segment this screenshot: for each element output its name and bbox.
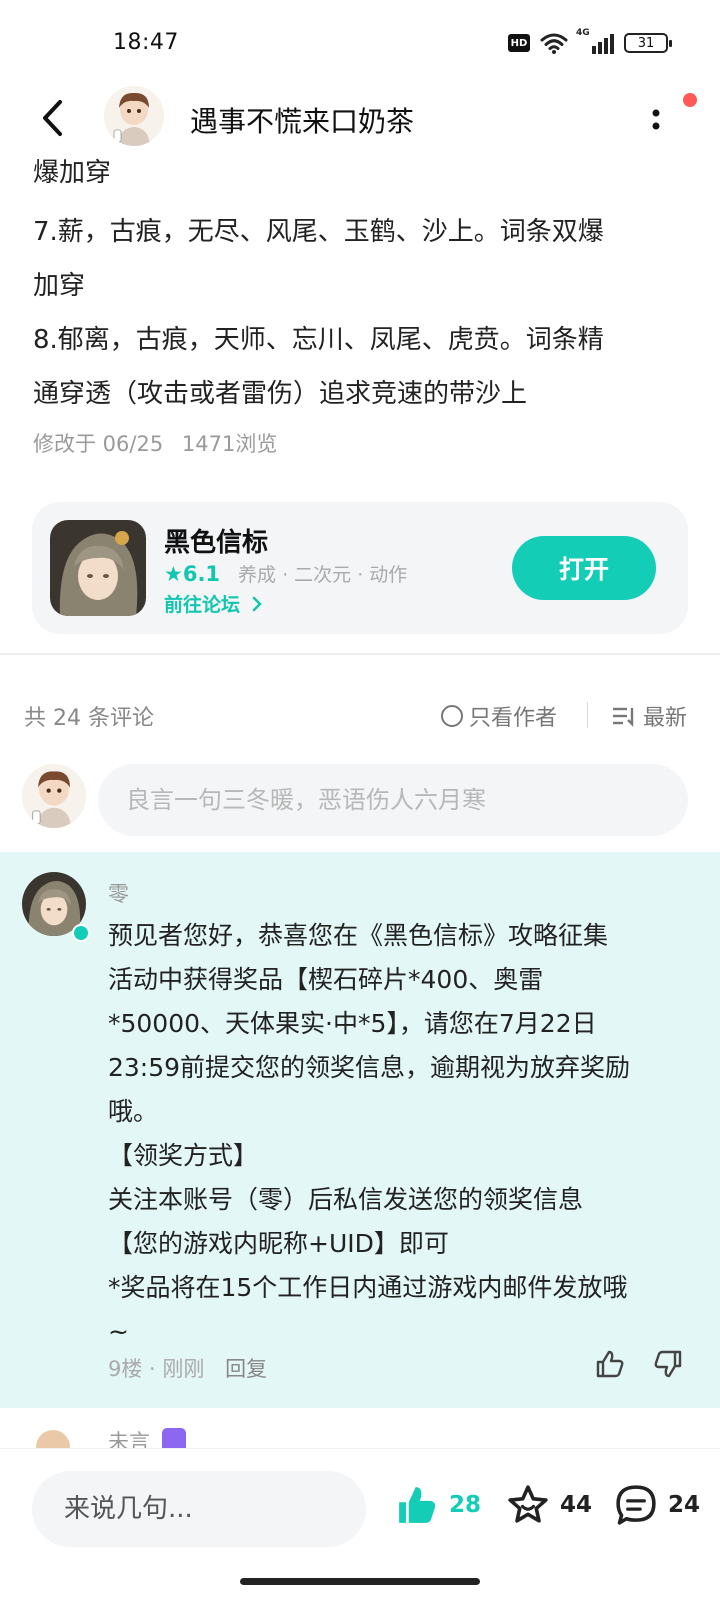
thumbs-up-icon: [596, 1350, 624, 1378]
modified-date: 修改于 06/25: [33, 432, 164, 456]
game-icon[interactable]: [50, 520, 146, 616]
bottom-comment-input[interactable]: 来说几句...: [32, 1471, 366, 1547]
article-line: 7.薪，古痕，无尽、风尾、玉鹤、沙上。词条双爆: [33, 217, 604, 247]
my-avatar: [22, 764, 86, 828]
star-icon: [508, 1485, 548, 1523]
network-type: 4G: [576, 28, 590, 38]
author-avatar[interactable]: [104, 86, 164, 146]
verified-badge-icon: [72, 924, 90, 942]
author-only-label: 只看作者: [469, 706, 558, 731]
article-line: 加穿: [33, 271, 86, 301]
comment-input[interactable]: 良言一句三冬暖，恶语伤人六月寒: [98, 764, 688, 836]
chevron-right-icon: [252, 596, 262, 612]
status-time: 18:47: [113, 30, 179, 55]
more-button[interactable]: [648, 100, 672, 140]
open-game-button[interactable]: 打开: [512, 536, 656, 600]
thumbs-down-icon: [654, 1350, 682, 1378]
author-name[interactable]: 遇事不慌来口奶茶: [190, 100, 414, 140]
comments-button[interactable]: 24: [614, 1483, 700, 1527]
game-rating: ★6.1: [164, 561, 221, 586]
back-arrow-icon: [43, 100, 62, 136]
comment-like-button[interactable]: [594, 1348, 626, 1384]
sort-label: 最新: [643, 706, 688, 731]
article-line: 8.郁离，古痕，天师、忘川、凤尾、虎贲。词条精: [33, 325, 604, 355]
comment-dislike-button[interactable]: [652, 1348, 684, 1384]
battery-level: 31: [637, 35, 655, 51]
game-name: 黑色信标: [164, 528, 269, 558]
divider: [0, 653, 720, 655]
game-tags: 养成 · 二次元 · 动作: [238, 564, 408, 586]
like-count: 28: [449, 1492, 482, 1518]
view-count: 1471浏览: [181, 432, 278, 456]
wifi-icon: [540, 33, 568, 54]
comment-count: 24: [668, 1492, 701, 1518]
comment-item: 零 预见者您好，恭喜您在《黑色信标》攻略征集 活动中获得奖品【楔石碎片*400、…: [0, 852, 720, 1408]
game-meta: ★6.1 养成 · 二次元 · 动作: [164, 560, 407, 587]
thumbs-up-filled-icon: [399, 1487, 436, 1523]
comment-footer: 9楼 · 刚刚 回复: [108, 1353, 267, 1383]
favorite-button[interactable]: 44: [506, 1483, 592, 1527]
more-vertical-icon: [652, 109, 660, 130]
separator: [587, 702, 588, 728]
comment-floor-time: 9楼 · 刚刚: [108, 1357, 205, 1381]
commenter-name[interactable]: 零: [108, 878, 129, 908]
hd-icon: HD: [508, 34, 530, 52]
comment-bubble-icon: [616, 1485, 656, 1525]
post-meta: 修改于 06/25 1471浏览: [33, 428, 277, 458]
forum-link-label: 前往论坛: [164, 594, 241, 616]
article-body: 7.薪，古痕，无尽、风尾、玉鹤、沙上。词条双爆 加穿 8.郁离，古痕，天师、忘川…: [33, 205, 693, 421]
status-icons: HD 4G 31: [508, 28, 672, 54]
status-bar: 18:47 HD 4G 31: [0, 0, 720, 80]
sort-icon: [613, 707, 634, 727]
forum-link[interactable]: 前往论坛: [164, 590, 263, 617]
sort-toggle[interactable]: 最新: [611, 700, 687, 732]
notification-dot: [683, 93, 697, 107]
reply-button[interactable]: 回复: [225, 1357, 267, 1381]
battery-icon: 31: [624, 33, 672, 53]
home-indicator[interactable]: [240, 1578, 480, 1585]
top-nav: 遇事不慌来口奶茶: [0, 80, 720, 160]
article-line: 通穿透（攻击或者雷伤）追求竞速的带沙上: [33, 379, 528, 409]
article-text-partial: 爆加穿: [33, 158, 112, 188]
like-button[interactable]: 28: [395, 1483, 481, 1527]
radio-circle-icon: [441, 705, 463, 727]
cell-signal-icon: 4G: [576, 28, 614, 54]
comment-text: 预见者您好，恭喜您在《黑色信标》攻略征集 活动中获得奖品【楔石碎片*400、奥雷…: [108, 921, 631, 1346]
favorite-count: 44: [560, 1492, 593, 1518]
comments-count: 共 24 条评论: [24, 706, 154, 731]
author-only-toggle[interactable]: 只看作者: [441, 700, 557, 732]
back-button[interactable]: [32, 96, 72, 140]
game-card[interactable]: 黑色信标 ★6.1 养成 · 二次元 · 动作 前往论坛 打开: [32, 502, 688, 634]
